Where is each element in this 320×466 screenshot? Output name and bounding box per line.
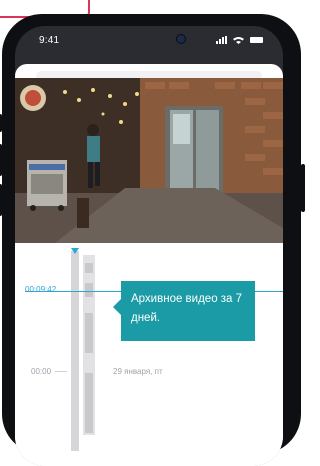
timeline-track-main <box>71 251 79 451</box>
date-label: 29 января, пт <box>113 367 163 376</box>
timeline-panel[interactable]: 00:09:42 00:00 29 января, пт <box>15 243 283 466</box>
phone-screen: 9:41 00:09:42 00:00 29 января, пт Архивн… <box>15 26 283 466</box>
status-time: 9:41 <box>39 35 60 46</box>
midnight-label: 00:00 <box>31 367 52 376</box>
video-frame-image <box>15 78 283 243</box>
recording-segment <box>85 373 93 433</box>
recording-segment <box>85 313 93 353</box>
battery-icon <box>250 37 263 44</box>
tooltip-text: Архивное видео за 7 дней. <box>131 293 243 324</box>
wifi-icon <box>233 36 245 45</box>
status-icons <box>213 35 263 46</box>
signal-icon <box>216 36 228 45</box>
video-player[interactable] <box>15 78 283 243</box>
recording-segment <box>85 283 93 297</box>
power-button <box>301 164 305 212</box>
volume-down-button <box>0 184 2 216</box>
playhead-marker-icon[interactable] <box>71 248 79 254</box>
front-camera-icon <box>176 34 186 44</box>
midnight-tick <box>55 371 67 372</box>
status-bar: 9:41 <box>15 26 283 64</box>
archive-tooltip: Архивное видео за 7 дней. <box>113 281 255 341</box>
side-button <box>0 114 2 132</box>
volume-up-button <box>0 144 2 176</box>
current-time-label: 00:09:42 <box>25 285 57 294</box>
recording-segment <box>85 263 93 273</box>
phone-frame: 9:41 00:09:42 00:00 29 января, пт Архивн… <box>0 14 305 466</box>
